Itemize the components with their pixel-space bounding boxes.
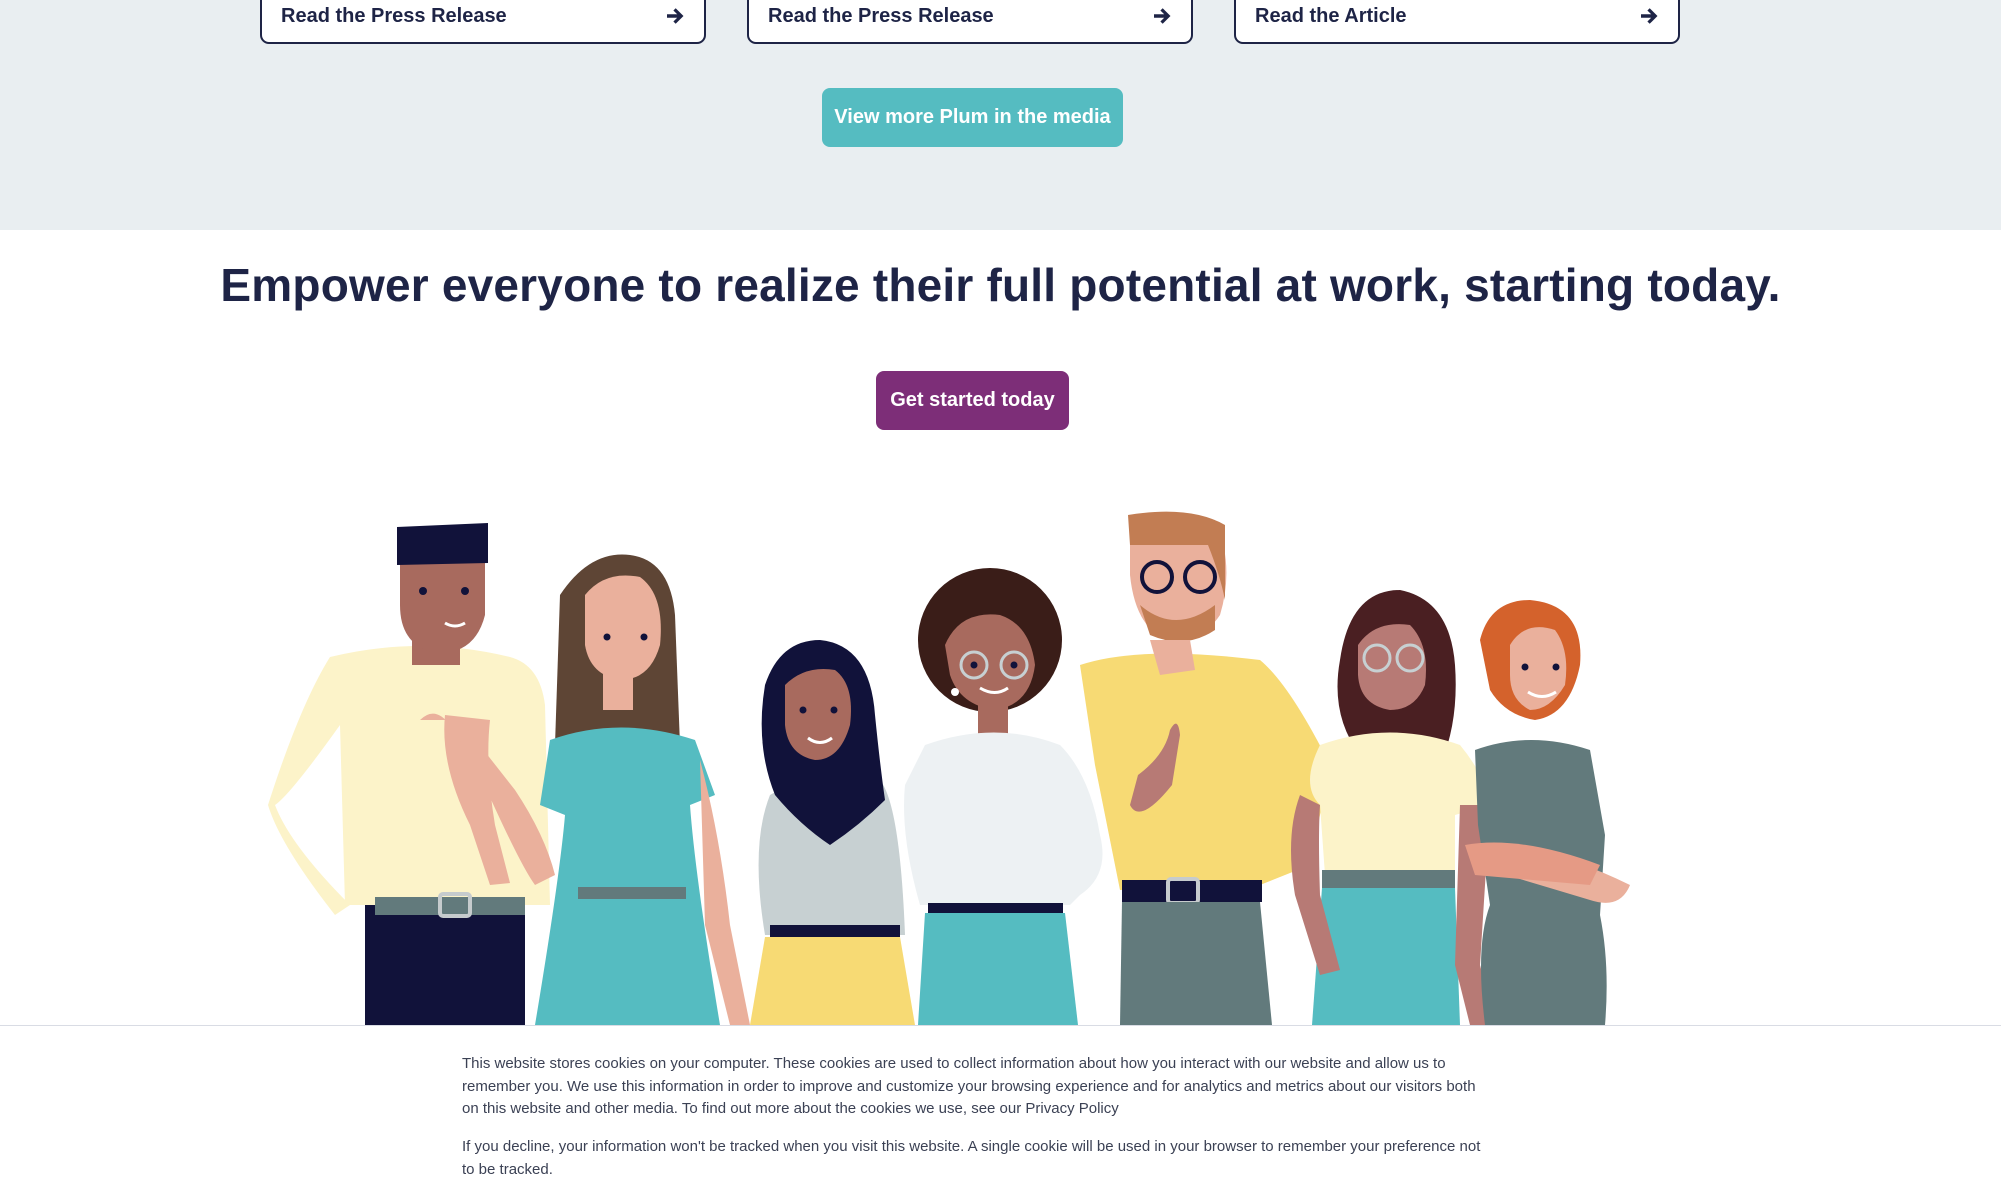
get-started-button[interactable]: Get started today [876, 371, 1069, 430]
arrow-right-icon [1641, 8, 1658, 24]
people-illustration [268, 511, 1630, 1025]
card-label: Read the Article [1255, 4, 1407, 27]
person-3-figure [750, 640, 915, 1025]
view-more-media-button[interactable]: View more Plum in the media [822, 88, 1123, 147]
arrow-right-icon [667, 8, 684, 24]
person-4-figure [904, 568, 1103, 1025]
read-article-card[interactable]: Read the Article [1234, 0, 1680, 44]
read-press-release-card-1[interactable]: Read the Press Release [260, 0, 706, 44]
cookie-banner: This website stores cookies on your comp… [0, 1025, 2001, 1178]
person-1-figure [268, 523, 550, 1025]
read-press-release-card-2[interactable]: Read the Press Release [747, 0, 1193, 44]
cookie-text-primary: This website stores cookies on your comp… [462, 1055, 1476, 1117]
cookie-text-secondary: If you decline, your information won't b… [462, 1138, 1481, 1178]
person-5-figure [1080, 511, 1330, 1025]
arrow-right-icon [1154, 8, 1171, 24]
person-7-figure [1465, 600, 1630, 1025]
media-section: Read the Press Release Read the Press Re… [0, 0, 2001, 230]
card-label: Read the Press Release [768, 4, 994, 27]
page-headline: Empower everyone to realize their full p… [220, 259, 1781, 311]
person-6-figure [1291, 590, 1495, 1025]
card-label: Read the Press Release [281, 4, 507, 27]
